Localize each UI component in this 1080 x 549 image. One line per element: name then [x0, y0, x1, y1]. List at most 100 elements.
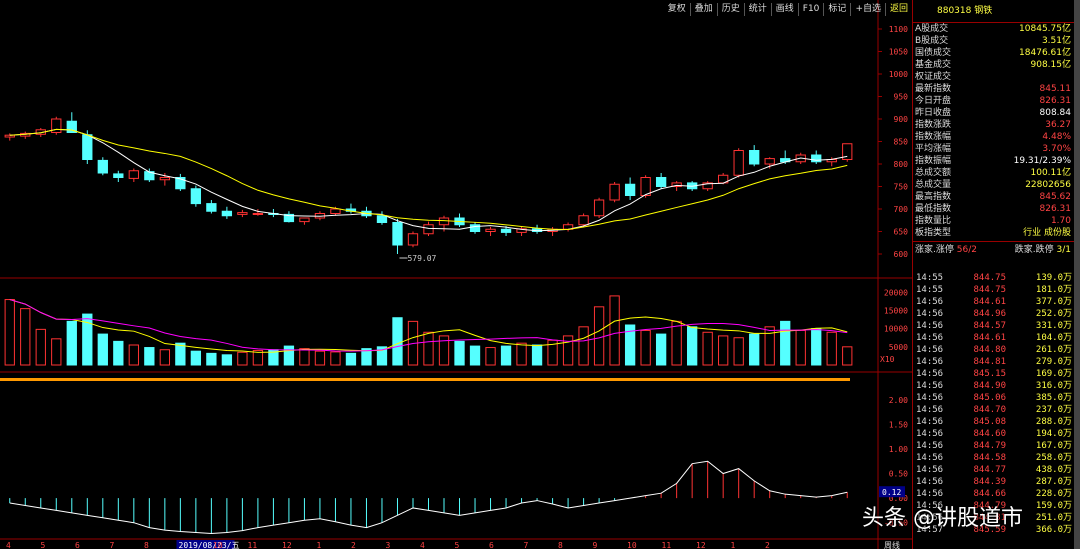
- volume-bar: [609, 295, 620, 366]
- x-axis-label: 2: [351, 541, 356, 549]
- stat-value: 3.70%: [1042, 144, 1071, 154]
- volume-bar: [128, 344, 139, 366]
- candle-body: [485, 228, 496, 232]
- trade-vol: 194.0万: [1035, 429, 1072, 439]
- volume-bar: [51, 338, 62, 366]
- stat-label: 权证成交: [915, 72, 952, 82]
- stat-label: 指数量比: [915, 216, 952, 226]
- volume-axis-label: 20000: [884, 288, 908, 297]
- volume-bar: [749, 333, 760, 366]
- trade-time: 14:56: [916, 345, 944, 355]
- stat-label: 指数振幅: [915, 156, 952, 166]
- history-button[interactable]: 历史: [716, 3, 744, 16]
- x-axis-label: 10: [627, 541, 637, 549]
- trade-row: 14:55 844.75 181.0万: [913, 284, 1075, 296]
- volume-bar: [144, 347, 155, 366]
- add-watchlist-button[interactable]: +自选: [850, 3, 885, 16]
- trade-row: 14:56 844.57 331.0万: [913, 320, 1075, 332]
- price-axis-label: 1050: [889, 48, 908, 57]
- index-name: 钢铁: [974, 6, 993, 16]
- stat-label: 昨日收盘: [915, 108, 952, 118]
- trade-list[interactable]: 14:55 844.75 139.0万 14:55 844.75 181.0万 14:56 8…: [913, 272, 1075, 536]
- trade-price: 844.96: [973, 309, 1006, 319]
- trade-vol: 139.0万: [1035, 273, 1072, 283]
- back-button[interactable]: 返回: [884, 3, 912, 16]
- stat-label: 指数涨跌: [915, 120, 952, 130]
- stat-value: 808.84: [1039, 108, 1072, 118]
- trade-vol: 252.0万: [1035, 309, 1072, 319]
- fall-value: 3/1: [1056, 245, 1071, 255]
- trade-time: 14:56: [916, 429, 944, 439]
- overlay-button[interactable]: 叠加: [689, 3, 717, 16]
- volume-bar: [780, 320, 791, 366]
- trade-row: 14:56 844.80 261.0万: [913, 344, 1075, 356]
- stat-value: 826.31: [1039, 204, 1072, 214]
- stat-value: 845.11: [1039, 84, 1072, 94]
- x-axis-label: 12: [696, 541, 706, 549]
- volume-bar: [733, 337, 744, 366]
- volume-bar: [531, 344, 543, 366]
- stat-label: 基金成交: [915, 60, 952, 70]
- scrollbar[interactable]: [1074, 0, 1080, 549]
- stat-label: 最新指数: [915, 84, 952, 94]
- trade-price: 845.08: [973, 417, 1006, 427]
- volume-axis-label: 10000: [884, 325, 908, 334]
- trade-time: 14:56: [916, 489, 944, 499]
- candle-body: [764, 158, 775, 165]
- stat-value: 100.11亿: [1030, 168, 1072, 178]
- candle-body: [423, 224, 434, 235]
- volume-bar: [842, 346, 853, 366]
- fuquan-button[interactable]: 复权: [664, 3, 690, 16]
- kline-chart[interactable]: 1100 1050 1000 950 900 850 800 750 700 650 600 2000…: [0, 0, 912, 549]
- osc-axis-label: 1.50: [889, 420, 908, 429]
- candle-body: [469, 224, 481, 232]
- volume-bar: [485, 347, 496, 366]
- f10-button[interactable]: F10: [797, 3, 824, 16]
- volume-bar: [500, 345, 512, 366]
- trade-time: 14:55: [916, 273, 944, 283]
- trade-vol: 287.0万: [1035, 477, 1072, 487]
- trade-vol: 385.0万: [1035, 393, 1072, 403]
- volume-bar: [35, 328, 46, 366]
- volume-bar: [392, 317, 403, 366]
- volume-bar: [314, 350, 326, 366]
- price-axis-label: 1100: [889, 25, 908, 34]
- candle-body: [624, 183, 636, 196]
- stat-label: 平均涨幅: [915, 144, 952, 154]
- price-axis-label: 700: [894, 205, 909, 214]
- candle-body: [299, 217, 310, 223]
- trade-price: 844.79: [973, 441, 1006, 451]
- trade-vol: 228.0万: [1035, 489, 1072, 499]
- volume-bar: [345, 352, 357, 366]
- stat-value: 22802656: [1025, 180, 1071, 190]
- kline-chart-area[interactable]: 1100 1050 1000 950 900 850 800 750 700 650 600 2000…: [0, 0, 912, 549]
- osc-axis-label: 2.00: [889, 396, 908, 405]
- volume-unit-label: X10: [880, 355, 895, 364]
- candle-body: [578, 215, 589, 226]
- statistics-button[interactable]: 统计: [743, 3, 771, 16]
- trade-price: 844.70: [973, 405, 1006, 415]
- volume-bar: [97, 333, 108, 366]
- volume-bar: [190, 350, 202, 366]
- fall-label: 跌家.跌停: [1014, 245, 1054, 255]
- draw-line-button[interactable]: 画线: [770, 3, 798, 16]
- candle-body: [500, 228, 512, 233]
- stat-value: 3.51亿: [1041, 36, 1071, 46]
- mark-button[interactable]: 标记: [823, 3, 850, 16]
- price-axis-label: 650: [894, 228, 909, 237]
- trade-row: 14:55 844.75 139.0万: [913, 272, 1075, 284]
- trade-row: 14:56 844.39 287.0万: [913, 476, 1075, 488]
- candle-body: [640, 177, 651, 196]
- trade-row: 14:56 844.90 316.0万: [913, 380, 1075, 392]
- trade-vol: 377.0万: [1035, 297, 1072, 307]
- trade-time: 14:56: [916, 357, 944, 367]
- volume-bar: [159, 349, 170, 366]
- volume-axis-label: 15000: [884, 306, 908, 315]
- trade-price: 844.90: [973, 381, 1006, 391]
- price-axis-label: 800: [894, 160, 909, 169]
- x-axis-label: 7: [524, 541, 529, 549]
- x-axis-label: 2019/08/23/五: [179, 541, 240, 549]
- x-axis-label: 8: [558, 541, 563, 549]
- trade-price: 844.75: [973, 285, 1006, 295]
- panel-header: 880318 钢铁: [913, 0, 1075, 23]
